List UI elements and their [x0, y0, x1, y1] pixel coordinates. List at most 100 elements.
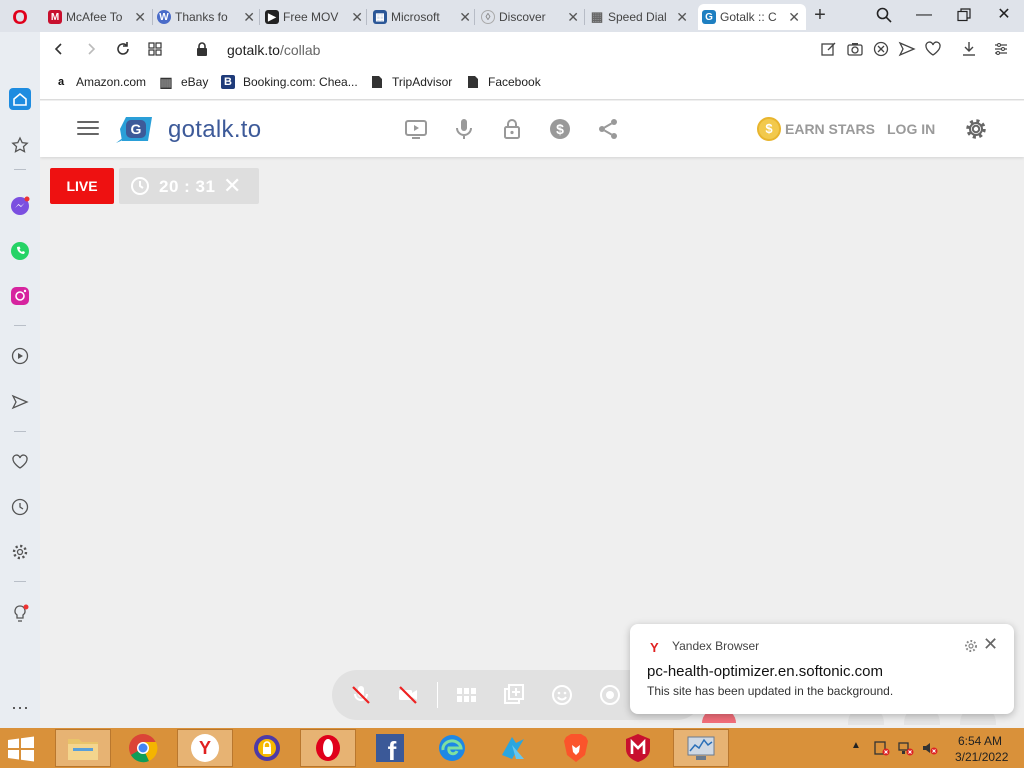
- bookmarks-star-icon[interactable]: [9, 134, 31, 156]
- ebay-icon: ▥: [159, 73, 173, 90]
- record-icon[interactable]: [598, 683, 622, 707]
- bookmark-label: TripAdvisor: [392, 75, 453, 89]
- file-explorer-icon[interactable]: [55, 729, 111, 767]
- more-options-icon[interactable]: ···: [9, 696, 31, 718]
- gotalk-logo-icon[interactable]: G: [116, 113, 160, 145]
- taskbar-clock-time[interactable]: 6:54 AM: [958, 734, 1002, 748]
- restore-button[interactable]: [949, 4, 979, 26]
- back-button[interactable]: [48, 38, 70, 60]
- download-icon[interactable]: [960, 40, 978, 58]
- emoji-icon[interactable]: [550, 683, 574, 707]
- close-window-button[interactable]: ✕: [989, 4, 1019, 26]
- easy-setup-icon[interactable]: [992, 40, 1010, 58]
- new-tab-button[interactable]: +: [810, 5, 830, 25]
- tab-mcafee[interactable]: M McAfee To ✕: [44, 4, 152, 30]
- notification-body: This site has been updated in the backgr…: [647, 684, 894, 698]
- bookmark-facebook[interactable]: Facebook: [466, 75, 541, 89]
- wordpress-favicon-icon: W: [157, 10, 171, 24]
- taskbar-clock-date[interactable]: 3/21/2022: [955, 750, 1008, 764]
- lock-room-icon[interactable]: [500, 117, 524, 141]
- tab-close-icon[interactable]: ✕: [676, 9, 688, 26]
- messenger-icon[interactable]: [9, 195, 31, 217]
- x-app-icon[interactable]: [486, 729, 542, 767]
- bookmarks-bar: a Amazon.com ▥ eBay B Booking.com: Chea.…: [40, 68, 1024, 100]
- edge-icon[interactable]: [424, 729, 480, 767]
- instagram-icon[interactable]: [9, 285, 31, 307]
- microphone-off-icon[interactable]: [349, 683, 373, 707]
- timer-close-icon[interactable]: ✕: [223, 174, 241, 198]
- bookmark-ebay[interactable]: ▥ eBay: [159, 73, 208, 90]
- lock-icon[interactable]: [191, 38, 213, 60]
- whatsapp-icon[interactable]: [9, 240, 31, 262]
- network-icon[interactable]: [898, 740, 914, 756]
- file-icon: [372, 76, 382, 88]
- address-bar: gotalk.to/collab: [40, 32, 1024, 68]
- heart-icon[interactable]: [9, 451, 31, 473]
- tab-discover[interactable]: ◊ Discover ✕: [477, 4, 585, 30]
- volume-muted-icon[interactable]: [922, 740, 938, 756]
- tab-free-movies[interactable]: ▶ Free MOV ✕: [261, 4, 369, 30]
- tab-title: Gotalk :: C: [720, 10, 777, 24]
- screen-share-icon[interactable]: [404, 117, 428, 141]
- tab-close-icon[interactable]: ✕: [788, 9, 800, 26]
- windows-start-icon[interactable]: [6, 736, 36, 762]
- microphone-icon[interactable]: [452, 117, 476, 141]
- tab-close-icon[interactable]: ✕: [351, 9, 363, 26]
- tab-close-icon[interactable]: ✕: [459, 9, 471, 26]
- yandex-browser-icon[interactable]: Y: [177, 729, 233, 767]
- url-field[interactable]: gotalk.to/collab: [227, 42, 320, 58]
- edit-snap-icon[interactable]: [820, 40, 838, 58]
- tab-grid-icon[interactable]: [144, 38, 166, 60]
- tab-title: Thanks fo: [175, 10, 228, 24]
- coin-icon[interactable]: $: [757, 117, 781, 141]
- browser-notification[interactable]: Y Yandex Browser ✕ pc-health-optimizer.e…: [630, 624, 1014, 714]
- notification-close-icon[interactable]: ✕: [983, 635, 998, 653]
- bookmark-tripadvisor[interactable]: TripAdvisor: [370, 75, 452, 89]
- notification-settings-icon[interactable]: [964, 639, 978, 653]
- brave-icon[interactable]: [548, 729, 604, 767]
- tab-search-icon[interactable]: [869, 4, 899, 26]
- chrome-icon[interactable]: [115, 729, 171, 767]
- live-badge[interactable]: LIVE: [50, 168, 114, 204]
- facebook-icon[interactable]: f: [362, 729, 418, 767]
- opera-taskbar-icon[interactable]: [300, 729, 356, 767]
- tab-close-icon[interactable]: ✕: [134, 9, 146, 26]
- tab-gotalk[interactable]: G Gotalk :: C ✕: [698, 4, 806, 30]
- settings-gear-icon[interactable]: [9, 541, 31, 563]
- reload-button[interactable]: [112, 38, 134, 60]
- login-link[interactable]: LOG IN: [887, 121, 935, 137]
- send-icon[interactable]: [9, 391, 31, 413]
- vpn-icon[interactable]: [239, 729, 295, 767]
- bookmark-amazon[interactable]: a Amazon.com: [54, 75, 146, 89]
- network-alert-icon[interactable]: [874, 740, 890, 756]
- earn-stars-link[interactable]: EARN STARS: [785, 121, 875, 137]
- minimize-button[interactable]: —: [909, 4, 939, 26]
- system-monitor-icon[interactable]: [673, 729, 729, 767]
- tray-expand-icon[interactable]: ▲: [851, 740, 861, 751]
- heart-icon[interactable]: [924, 40, 942, 58]
- forward-button[interactable]: [80, 38, 102, 60]
- opera-logo-icon[interactable]: O: [6, 6, 34, 30]
- tab-microsoft[interactable]: ▦ Microsoft ✕: [369, 4, 477, 30]
- camera-icon[interactable]: [846, 40, 864, 58]
- player-icon[interactable]: [9, 345, 31, 367]
- hamburger-menu-icon[interactable]: [77, 121, 99, 137]
- add-media-icon[interactable]: [502, 683, 526, 707]
- lightbulb-icon[interactable]: [9, 603, 31, 625]
- camera-off-icon[interactable]: [396, 683, 420, 707]
- settings-gear-icon[interactable]: [964, 117, 988, 141]
- tab-thanks[interactable]: W Thanks fo ✕: [153, 4, 261, 30]
- history-clock-icon[interactable]: [9, 496, 31, 518]
- tab-close-icon[interactable]: ✕: [567, 9, 579, 26]
- dollar-icon[interactable]: $: [548, 117, 572, 141]
- grid-layout-icon[interactable]: [454, 683, 478, 707]
- tab-close-icon[interactable]: ✕: [243, 9, 255, 26]
- ad-blocker-icon[interactable]: [872, 40, 890, 58]
- tab-speed-dial[interactable]: ▦ Speed Dial ✕: [586, 4, 694, 30]
- share-icon[interactable]: [596, 117, 620, 141]
- mcafee-icon[interactable]: [610, 729, 666, 767]
- bookmark-booking[interactable]: B Booking.com: Chea...: [221, 75, 358, 89]
- home-icon[interactable]: [9, 88, 31, 110]
- send-icon[interactable]: [898, 40, 916, 58]
- site-brand[interactable]: gotalk.to: [168, 116, 261, 144]
